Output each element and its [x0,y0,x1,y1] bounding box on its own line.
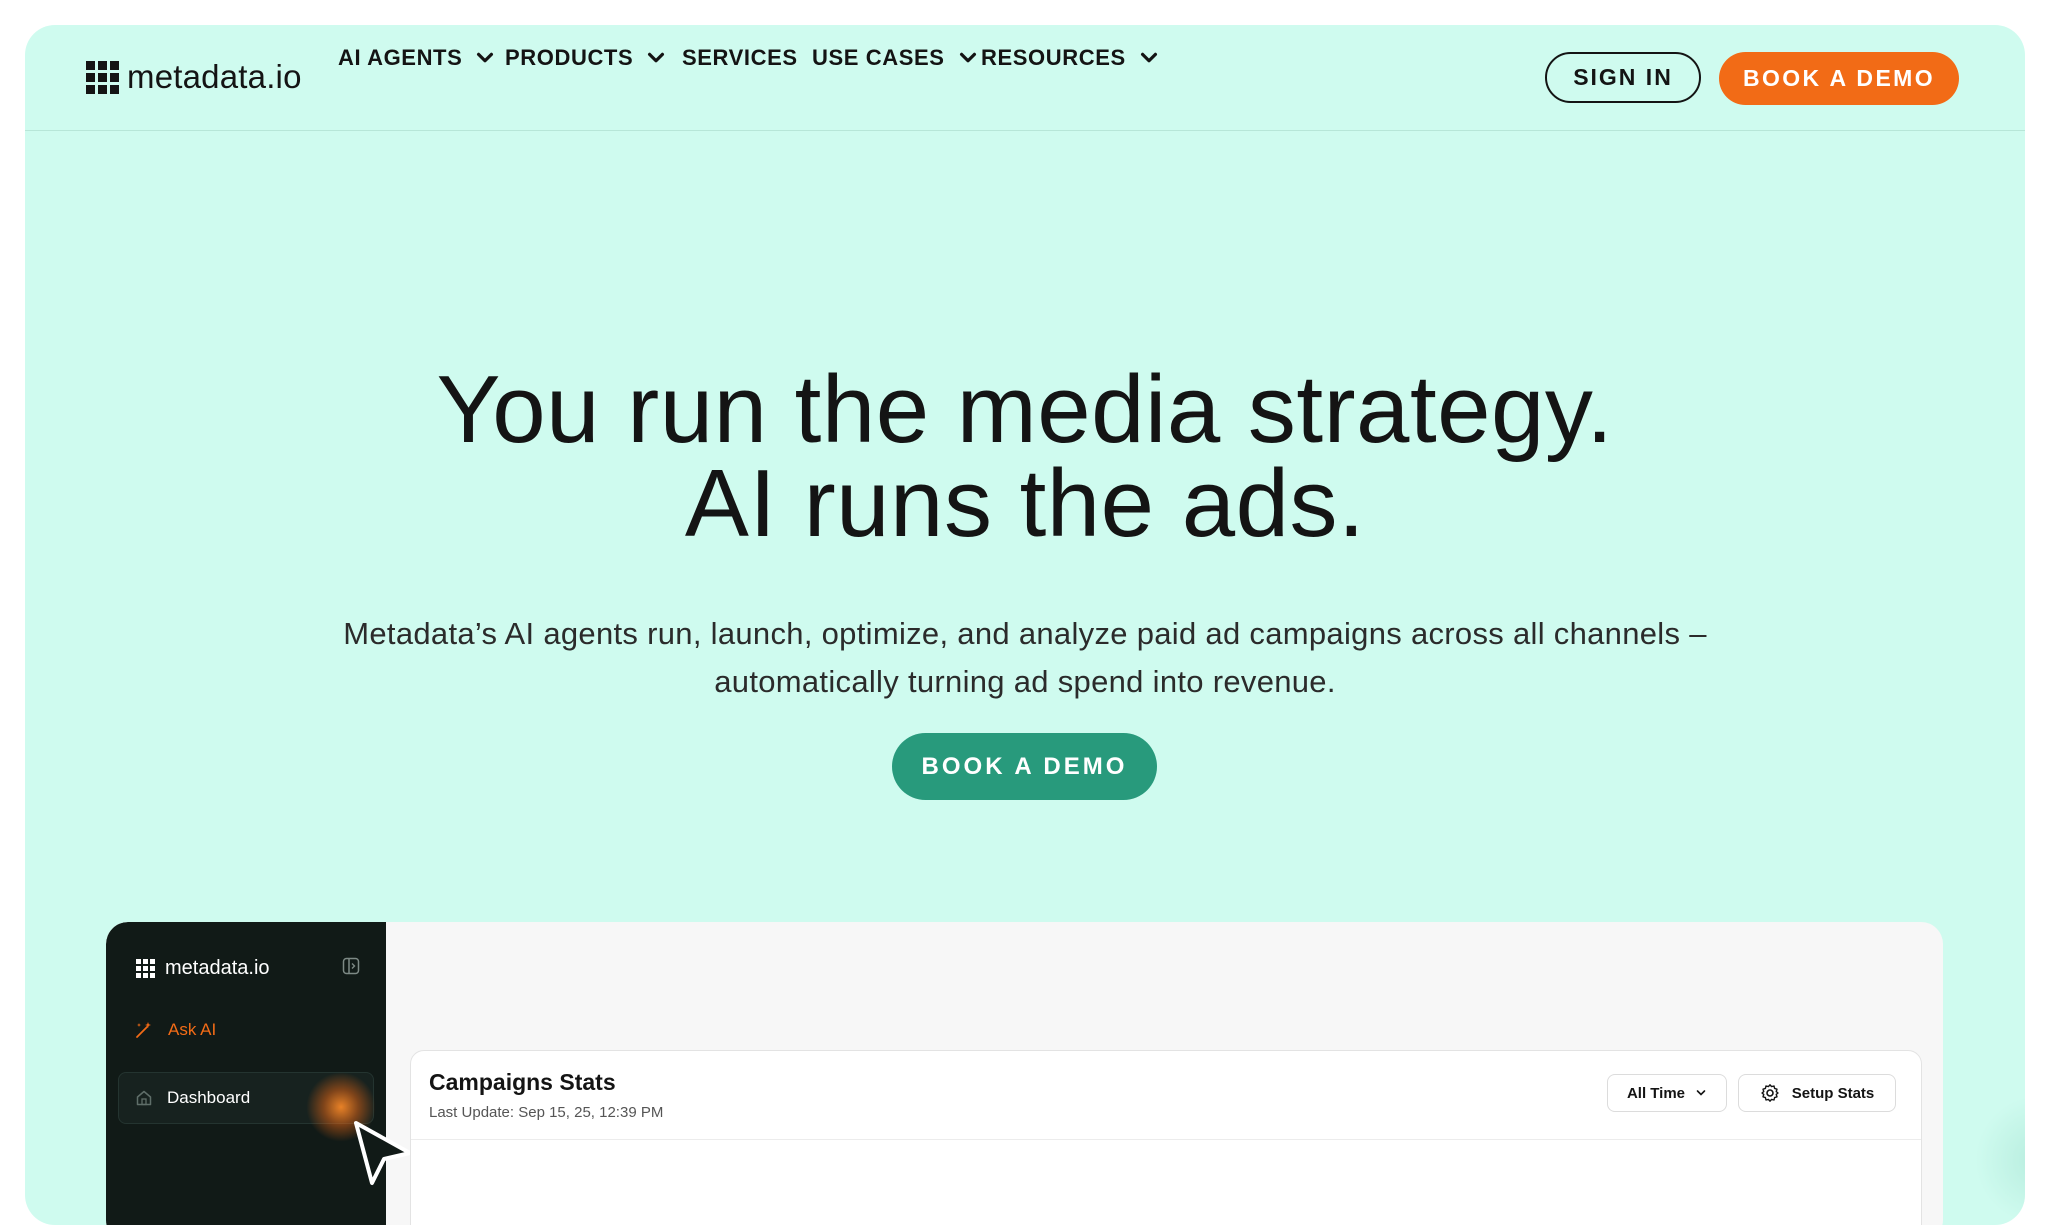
hero-headline: You run the media strategy. AI runs the … [25,356,2025,557]
sidebar-collapse-icon[interactable] [342,957,360,975]
top-navigation: metadata.io AI AGENTS PRODUCTS SERVICES … [25,25,2025,131]
nav-item-label: PRODUCTS [505,45,634,70]
setup-stats-label: Setup Stats [1791,1084,1875,1102]
nav-item-label: AI AGENTS [338,45,463,70]
sidebar-item-label: Dashboard [167,1088,251,1107]
preview-logo[interactable]: metadata.io [136,957,270,980]
nav-item-services[interactable]: SERVICES [682,45,798,71]
book-demo-nav-button[interactable]: BOOK A DEMO [1719,52,1959,105]
nav-item-ai-agents[interactable]: AI AGENTS [338,45,496,71]
nav-item-use-cases[interactable]: USE CASES [812,45,979,71]
nav-item-label: USE CASES [812,45,945,70]
time-range-value: All Time [1626,1084,1686,1102]
stats-card-header: Campaigns Stats Last Update: Sep 15, 25,… [411,1051,1921,1140]
sidebar-item-label: Ask AI [168,1020,217,1039]
dashboard-preview: metadata.io Ask AI Dashboard Campaigns S… [106,922,1943,1225]
gear-icon [1761,1084,1779,1102]
chevron-down-icon [959,52,976,63]
hero-subtitle-line-1: Metadata’s AI agents run, launch, optimi… [343,616,1707,651]
chevron-down-icon [1140,52,1157,63]
sidebar-item-ask-ai[interactable]: Ask AI [134,1020,216,1040]
preview-sidebar: metadata.io Ask AI Dashboard [106,922,412,1225]
preview-logo-text: metadata.io [165,957,270,979]
chevron-down-icon [1696,1090,1706,1096]
magic-wand-icon [136,1022,151,1038]
hero-headline-line-1: You run the media strategy. [436,356,1614,463]
hero-subtitle: Metadata’s AI agents run, launch, optimi… [305,610,1745,706]
logo-grid-icon [86,60,119,94]
sign-in-button[interactable]: SIGN IN [1545,52,1701,103]
stats-title: Campaigns Stats [429,1069,616,1095]
campaign-stats-card: Campaigns Stats Last Update: Sep 15, 25,… [410,1050,1922,1225]
time-range-select[interactable]: All Time [1607,1074,1727,1112]
book-demo-hero-button[interactable]: BOOK A DEMO [892,733,1157,800]
setup-stats-button[interactable]: Setup Stats [1738,1074,1896,1112]
chevron-down-icon [477,52,494,63]
nav-item-label: RESOURCES [981,45,1126,70]
logo-grid-icon [136,959,155,978]
hero-headline-line-2: AI runs the ads. [684,450,1366,557]
stats-last-update: Last Update: Sep 15, 25, 12:39 PM [429,1104,664,1121]
chevron-down-icon [648,52,665,63]
hero-subtitle-line-2: automatically turning ad spend into reve… [714,664,1336,699]
page-frame: metadata.io AI AGENTS PRODUCTS SERVICES … [25,25,2025,1225]
nav-item-resources[interactable]: RESOURCES [981,45,1160,71]
brand-logo[interactable]: metadata.io [86,57,302,97]
nav-item-products[interactable]: PRODUCTS [505,45,667,71]
home-icon [136,1090,152,1106]
nav-item-label: SERVICES [682,45,798,70]
corner-decoration [1975,1095,2025,1225]
logo-text: metadata.io [127,58,302,95]
